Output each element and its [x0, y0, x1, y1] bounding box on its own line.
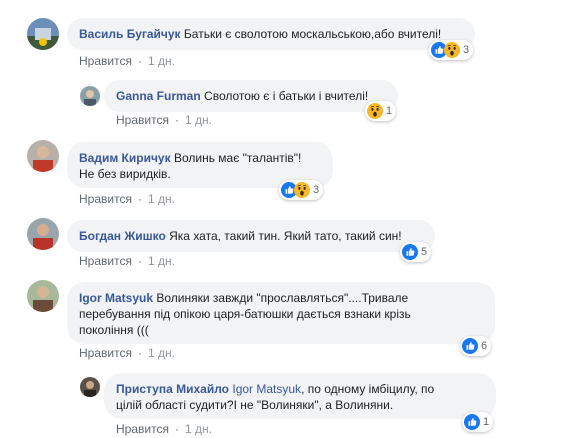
reaction-count: 3 — [313, 184, 320, 196]
wow-reaction-icon — [294, 182, 310, 198]
like-link[interactable]: Нравится — [116, 113, 169, 127]
avatar[interactable] — [80, 377, 100, 397]
reactions-summary[interactable]: 5 — [400, 242, 432, 262]
timestamp[interactable]: 1 дн. — [185, 113, 212, 127]
reactions-summary[interactable]: 1 — [462, 412, 494, 432]
comment-author[interactable]: Василь Бугайчук — [79, 27, 181, 41]
wow-reaction-icon — [367, 103, 383, 119]
timestamp[interactable]: 1 дн. — [148, 54, 175, 68]
like-reaction-icon — [464, 414, 480, 430]
wow-reaction-icon — [444, 42, 460, 58]
comment-bubble: Ganna Furman Сволотою є і батьки і вчите… — [104, 80, 398, 112]
like-link[interactable]: Нравится — [79, 192, 132, 206]
reactions-summary[interactable]: 3 — [279, 180, 324, 200]
like-link[interactable]: Нравится — [116, 422, 169, 436]
like-reaction-icon — [462, 338, 478, 354]
avatar[interactable] — [27, 218, 59, 250]
reaction-count: 5 — [421, 246, 428, 258]
reaction-count: 3 — [463, 44, 470, 56]
comment-text: Сволотою є і батьки і вчителі! — [204, 89, 369, 103]
avatar[interactable] — [27, 140, 59, 172]
reactions-summary[interactable]: 6 — [460, 336, 492, 356]
comment-bubble: Igor Matsyuk Волиняки завжди "прославлят… — [67, 282, 495, 344]
comment-bubble: Богдан Жишко Яка хата, такий тин. Який т… — [67, 220, 435, 252]
like-reaction-icon — [402, 244, 418, 260]
comment-text: Батьки є сволотою москальською,або вчите… — [183, 27, 442, 41]
comment-text: покоління ((( — [79, 323, 149, 337]
like-link[interactable]: Нравится — [79, 54, 132, 68]
comment-author[interactable]: Приступа Михайло — [116, 382, 229, 396]
avatar[interactable] — [27, 18, 59, 50]
comment-actions: Нравится · 1 дн. — [79, 254, 175, 268]
comment-text: , по одному імбіцилу, по — [301, 382, 435, 396]
comment-actions: Нравится · 1 дн. — [79, 192, 175, 206]
comment-text: Яка хата, такий тин. Який тато, такий си… — [169, 229, 402, 243]
reaction-count: 1 — [483, 416, 490, 428]
comment-text: Волинь має "талантів"! — [173, 151, 302, 165]
timestamp[interactable]: 1 дн. — [185, 422, 212, 436]
avatar[interactable] — [80, 86, 100, 106]
like-link[interactable]: Нравится — [79, 254, 132, 268]
comment-bubble: Приступа Михайло Igor Matsyuk, по одному… — [104, 373, 496, 419]
comment-author[interactable]: Вадим Киричук — [79, 151, 171, 165]
timestamp[interactable]: 1 дн. — [148, 254, 175, 268]
mention-link[interactable]: Igor Matsyuk — [232, 382, 301, 396]
comment-author[interactable]: Igor Matsyuk — [79, 291, 153, 305]
comment-actions: Нравится · 1 дн. — [79, 346, 175, 360]
comment-author[interactable]: Ganna Furman — [116, 89, 201, 103]
reactions-summary[interactable]: 3 — [429, 40, 474, 60]
avatar[interactable] — [27, 280, 59, 312]
comment-bubble: Василь Бугайчук Батьки є сволотою москал… — [67, 18, 475, 50]
comment-text: Волиняки завжди "прославляться"....Трива… — [156, 291, 409, 305]
timestamp[interactable]: 1 дн. — [148, 192, 175, 206]
comment-text: перебування під опікою царя-батюшки даєт… — [79, 307, 411, 321]
comment-actions: Нравится · 1 дн. — [79, 54, 175, 68]
comment-author[interactable]: Богдан Жишко — [79, 229, 166, 243]
comment-text: цілій області судити?І не "Волиняки", а … — [116, 398, 394, 412]
comment-actions: Нравится · 1 дн. — [116, 422, 212, 436]
reaction-count: 1 — [386, 105, 393, 117]
reactions-summary[interactable]: 1 — [365, 101, 397, 121]
timestamp[interactable]: 1 дн. — [148, 346, 175, 360]
like-link[interactable]: Нравится — [79, 346, 132, 360]
comment-actions: Нравится · 1 дн. — [116, 113, 212, 127]
reaction-count: 6 — [481, 340, 488, 352]
